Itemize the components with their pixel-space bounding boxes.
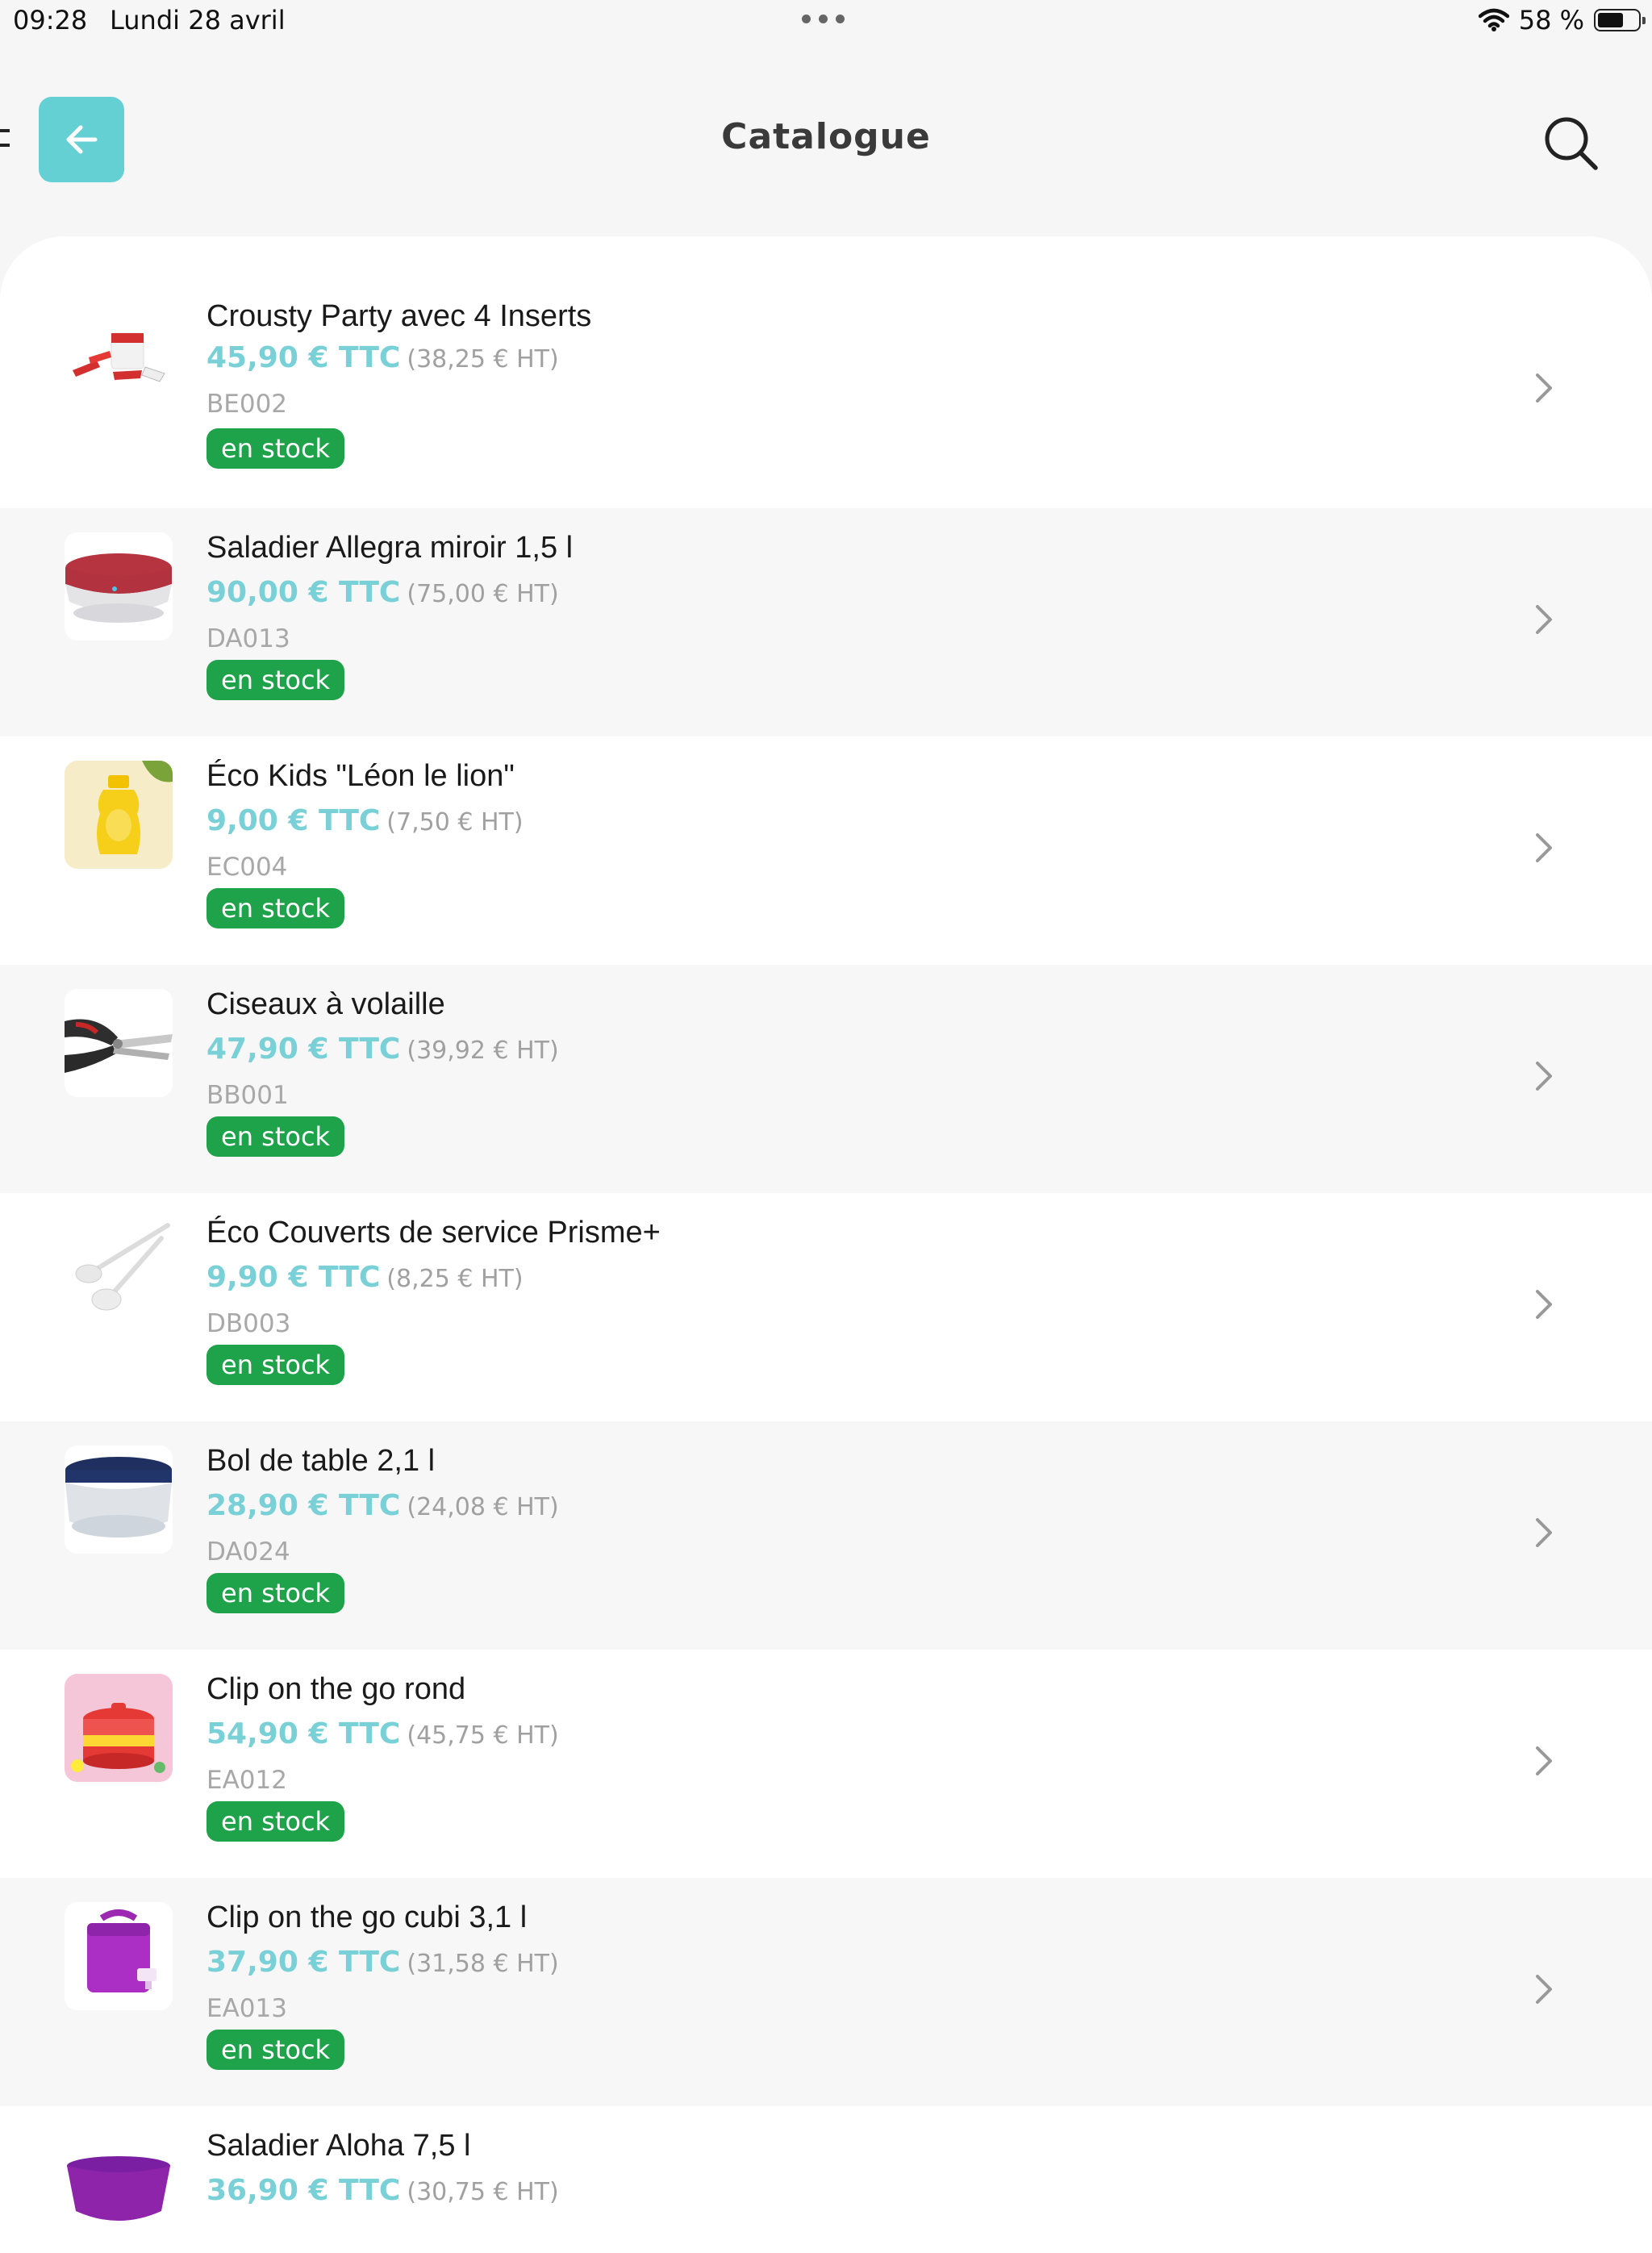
stock-badge: en stock xyxy=(206,660,345,700)
price-line: 9,00 € TTC (7,50 € HT) xyxy=(206,804,524,837)
product-row[interactable]: Clip on the go rond 54,90 € TTC (45,75 € … xyxy=(0,1650,1652,1878)
product-name: Ciseaux à volaille xyxy=(206,987,445,1021)
price-ht: (38,25 € HT) xyxy=(407,345,559,373)
price-line: 36,90 € TTC (30,75 € HT) xyxy=(206,2174,559,2207)
price-ht: (45,75 € HT) xyxy=(407,1721,559,1750)
kids-bottle-icon xyxy=(65,761,173,869)
aloha-bowl-icon xyxy=(65,2130,173,2238)
chevron-right-icon xyxy=(1536,1290,1552,1319)
table-bowl-icon xyxy=(65,1446,173,1554)
chevron-right-icon xyxy=(1536,1746,1552,1775)
chevron-right-icon xyxy=(1536,1518,1552,1547)
price-line: 54,90 € TTC (45,75 € HT) xyxy=(206,1717,559,1750)
product-ref: BE002 xyxy=(206,390,288,419)
search-button[interactable] xyxy=(1539,111,1604,176)
product-ref: DA024 xyxy=(206,1537,290,1567)
cubi-dispenser-icon xyxy=(65,1902,173,2010)
product-name: Crousty Party avec 4 Inserts xyxy=(206,299,592,333)
product-row[interactable]: Bol de table 2,1 l 28,90 € TTC (24,08 € H… xyxy=(0,1421,1652,1650)
product-ref: EA013 xyxy=(206,1994,287,2023)
price-ht: (24,08 € HT) xyxy=(407,1493,559,1521)
product-name: Éco Couverts de service Prisme+ xyxy=(206,1216,661,1250)
chevron-right-icon xyxy=(1536,605,1552,634)
battery-icon xyxy=(1594,9,1646,31)
product-name: Clip on the go cubi 3,1 l xyxy=(206,1900,528,1934)
product-ref: EC004 xyxy=(206,853,288,882)
product-ref: DB003 xyxy=(206,1309,291,1338)
page-title: Catalogue xyxy=(721,116,931,157)
product-row[interactable]: Éco Couverts de service Prisme+ 9,90 € T… xyxy=(0,1193,1652,1421)
price-line: 45,90 € TTC (38,25 € HT) xyxy=(206,341,559,374)
serving-spoons-icon xyxy=(65,1217,173,1325)
product-ref: DA013 xyxy=(206,624,290,653)
price-ttc: 28,90 € TTC xyxy=(206,1489,401,1522)
stock-badge: en stock xyxy=(206,1573,345,1613)
price-line: 90,00 € TTC (75,00 € HT) xyxy=(206,576,559,609)
status-time: 09:28 xyxy=(13,5,88,35)
product-name: Clip on the go rond xyxy=(206,1672,466,1706)
status-indicators: 58 % xyxy=(1478,5,1646,35)
price-ttc: 37,90 € TTC xyxy=(206,1946,401,1979)
product-row[interactable]: Saladier Allegra miroir 1,5 l 90,00 € TT… xyxy=(0,508,1652,736)
price-ttc: 47,90 € TTC xyxy=(206,1033,401,1066)
price-ht: (75,00 € HT) xyxy=(407,580,559,608)
price-ttc: 54,90 € TTC xyxy=(206,1717,401,1750)
header: Catalogue xyxy=(0,48,1652,242)
chevron-right-icon xyxy=(1536,373,1552,403)
price-ttc: 45,90 € TTC xyxy=(206,341,401,374)
wifi-icon xyxy=(1478,8,1509,32)
battery-percent: 58 % xyxy=(1518,5,1584,35)
crousty-party-icon xyxy=(65,301,173,409)
stock-badge: en stock xyxy=(206,1116,345,1157)
chevron-right-icon xyxy=(1536,1975,1552,2004)
price-ttc: 9,90 € TTC xyxy=(206,1261,381,1294)
price-line: 47,90 € TTC (39,92 € HT) xyxy=(206,1033,559,1066)
product-row[interactable]: Saladier Aloha 7,5 l 36,90 € TTC (30,75 €… xyxy=(0,2106,1652,2253)
price-ht: (8,25 € HT) xyxy=(386,1265,524,1293)
product-row[interactable]: Crousty Party avec 4 Inserts 45,90 € TTC… xyxy=(0,236,1652,508)
stock-badge: en stock xyxy=(206,428,345,469)
product-list: Crousty Party avec 4 Inserts 45,90 € TTC… xyxy=(0,236,1652,2253)
price-ttc: 90,00 € TTC xyxy=(206,576,401,609)
multitasking-dots-icon[interactable] xyxy=(802,15,845,23)
price-ht: (7,50 € HT) xyxy=(386,808,524,837)
product-name: Saladier Aloha 7,5 l xyxy=(206,2129,471,2163)
stock-badge: en stock xyxy=(206,888,345,928)
chevron-right-icon xyxy=(1536,833,1552,862)
product-ref: BB001 xyxy=(206,1081,289,1110)
product-ref: EA012 xyxy=(206,1766,287,1795)
product-row[interactable]: Ciseaux à volaille 47,90 € TTC (39,92 € H… xyxy=(0,965,1652,1193)
scissors-icon xyxy=(65,989,173,1097)
search-icon xyxy=(1545,117,1598,170)
product-row[interactable]: Clip on the go cubi 3,1 l 37,90 € TTC (31… xyxy=(0,1878,1652,2106)
allegra-bowl-icon xyxy=(65,532,173,640)
chevron-right-icon xyxy=(1536,1062,1552,1091)
price-ht: (31,58 € HT) xyxy=(407,1950,559,1978)
product-name: Bol de table 2,1 l xyxy=(206,1444,436,1478)
price-ttc: 36,90 € TTC xyxy=(206,2174,401,2207)
stock-badge: en stock xyxy=(206,1345,345,1385)
price-ht: (39,92 € HT) xyxy=(407,1037,559,1065)
status-date: Lundi 28 avril xyxy=(110,5,286,35)
product-name: Saladier Allegra miroir 1,5 l xyxy=(206,531,574,565)
price-line: 9,90 € TTC (8,25 € HT) xyxy=(206,1261,524,1294)
price-ht: (30,75 € HT) xyxy=(407,2178,559,2206)
price-ttc: 9,00 € TTC xyxy=(206,804,381,837)
stock-badge: en stock xyxy=(206,1801,345,1842)
price-line: 28,90 € TTC (24,08 € HT) xyxy=(206,1489,559,1522)
product-row[interactable]: Éco Kids "Léon le lion" 9,00 € TTC (7,50 … xyxy=(0,736,1652,965)
round-container-icon xyxy=(65,1674,173,1782)
status-bar: 09:28 Lundi 28 avril 58 % xyxy=(0,0,1652,45)
stock-badge: en stock xyxy=(206,2030,345,2070)
price-line: 37,90 € TTC (31,58 € HT) xyxy=(206,1946,559,1979)
product-name: Éco Kids "Léon le lion" xyxy=(206,759,515,793)
